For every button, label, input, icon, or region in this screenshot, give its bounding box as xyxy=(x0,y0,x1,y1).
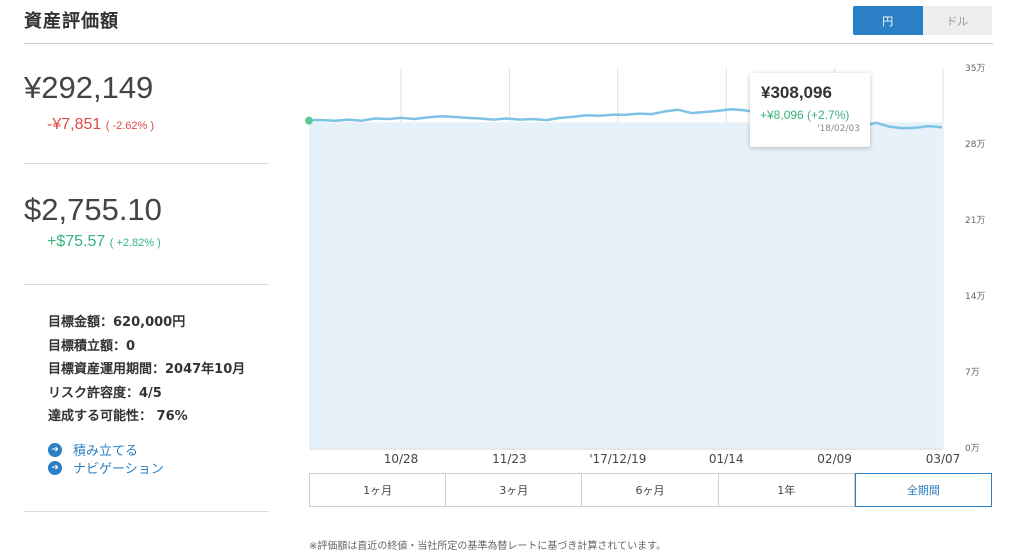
chart-x-tick-label: '17/12/19 xyxy=(589,452,646,466)
period-tab-1y[interactable]: 1年 xyxy=(719,474,855,506)
tooltip-date: '18/02/03 xyxy=(817,124,860,134)
chart-highlight-point xyxy=(305,116,313,125)
chart-x-tick-label: 03/07 xyxy=(926,452,961,466)
chart-tooltip: ¥308,096 +¥8,096 (+2.7%) '18/02/03 xyxy=(750,73,870,147)
tooltip-change: +¥8,096 (+2.7%) xyxy=(760,108,850,122)
chart-y-tick-label: 35万 xyxy=(965,64,985,74)
chart-y-tick-label: 7万 xyxy=(965,368,980,378)
period-tab-3m[interactable]: 3ヶ月 xyxy=(446,474,583,506)
period-tabs[interactable]: 1ヶ月 3ヶ月 6ヶ月 1年 全期間 xyxy=(309,473,993,507)
chart-x-tick-label: 10/28 xyxy=(384,452,419,466)
chart-x-tick-label: 02/09 xyxy=(817,452,852,466)
chart-x-tick-label: 01/14 xyxy=(709,452,744,466)
period-tab-1m[interactable]: 1ヶ月 xyxy=(310,474,447,506)
chart-y-tick-label: 28万 xyxy=(965,140,985,150)
chart-y-tick-label: 21万 xyxy=(965,216,985,226)
tooltip-value: ¥308,096 xyxy=(761,83,832,102)
chart-x-tick-label: 11/23 xyxy=(492,452,527,466)
period-tab-all[interactable]: 全期間 xyxy=(854,473,993,507)
period-tab-6m[interactable]: 6ヶ月 xyxy=(582,474,719,506)
chart-y-tick-label: 14万 xyxy=(965,292,985,302)
valuation-footnote: ※評価額は直近の終値・当社所定の基準為替レートに基づき計算されています。 xyxy=(309,541,667,552)
chart-y-tick-label: 0万 xyxy=(965,444,980,454)
chart-area-fill xyxy=(309,122,942,449)
